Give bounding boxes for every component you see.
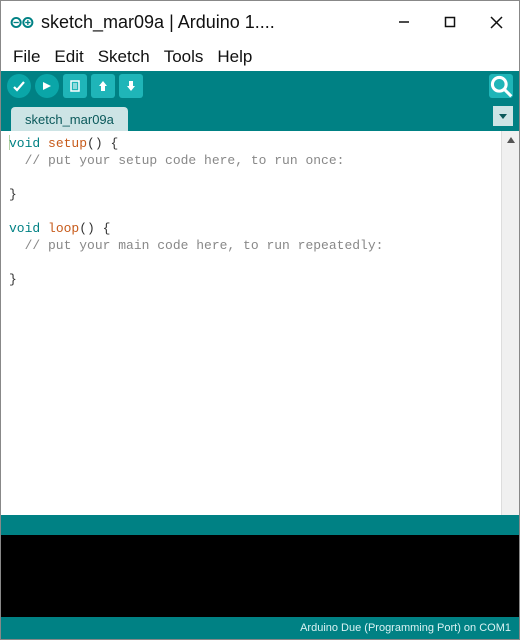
board-info: Arduino Due (Programming Port) on COM1 bbox=[300, 622, 511, 634]
titlebar: sketch_mar09a | Arduino 1.... bbox=[1, 1, 519, 43]
menu-sketch[interactable]: Sketch bbox=[92, 45, 156, 69]
footer-bar: Arduino Due (Programming Port) on COM1 bbox=[1, 617, 519, 639]
menu-help[interactable]: Help bbox=[211, 45, 258, 69]
maximize-icon bbox=[444, 16, 456, 28]
keyword: void bbox=[9, 221, 40, 236]
menu-edit[interactable]: Edit bbox=[48, 45, 89, 69]
menu-file[interactable]: File bbox=[7, 45, 46, 69]
menu-tools[interactable]: Tools bbox=[158, 45, 210, 69]
serial-monitor-button[interactable] bbox=[489, 74, 513, 98]
close-button[interactable] bbox=[473, 1, 519, 43]
verify-button[interactable] bbox=[7, 74, 31, 98]
maximize-button[interactable] bbox=[427, 1, 473, 43]
tabstrip: sketch_mar09a bbox=[1, 101, 519, 131]
chevron-down-icon bbox=[498, 111, 508, 121]
code-text: () { bbox=[87, 136, 118, 151]
new-button[interactable] bbox=[63, 74, 87, 98]
window-title: sketch_mar09a | Arduino 1.... bbox=[41, 12, 275, 33]
scroll-up-icon[interactable] bbox=[502, 131, 519, 149]
upload-button[interactable] bbox=[35, 74, 59, 98]
code-editor[interactable]: void setup() { // put your setup code he… bbox=[1, 131, 501, 515]
file-icon bbox=[68, 79, 82, 93]
save-button[interactable] bbox=[119, 74, 143, 98]
code-text: () { bbox=[79, 221, 110, 236]
menubar: File Edit Sketch Tools Help bbox=[1, 43, 519, 71]
code-text: } bbox=[9, 272, 17, 287]
keyword: void bbox=[9, 136, 40, 151]
toolbar bbox=[1, 71, 519, 101]
open-button[interactable] bbox=[91, 74, 115, 98]
check-icon bbox=[12, 79, 26, 93]
comment: // put your setup code here, to run once… bbox=[9, 153, 344, 168]
minimize-icon bbox=[398, 16, 410, 28]
arduino-logo-icon bbox=[9, 9, 35, 35]
editor-area: void setup() { // put your setup code he… bbox=[1, 131, 519, 515]
arrow-right-icon bbox=[40, 79, 54, 93]
console[interactable] bbox=[1, 535, 519, 617]
comment: // put your main code here, to run repea… bbox=[9, 238, 383, 253]
magnifier-icon bbox=[489, 74, 513, 98]
scrollbar[interactable] bbox=[501, 131, 519, 515]
tab-menu-button[interactable] bbox=[493, 106, 513, 126]
text-cursor bbox=[9, 135, 10, 150]
arrow-up-icon bbox=[96, 79, 110, 93]
code-text: } bbox=[9, 187, 17, 202]
close-icon bbox=[490, 16, 503, 29]
function-name: loop bbox=[48, 221, 79, 236]
function-name: setup bbox=[48, 136, 87, 151]
app-window: sketch_mar09a | Arduino 1.... File Edit … bbox=[0, 0, 520, 640]
minimize-button[interactable] bbox=[381, 1, 427, 43]
arrow-down-icon bbox=[124, 79, 138, 93]
tab-sketch[interactable]: sketch_mar09a bbox=[11, 107, 128, 131]
status-bar bbox=[1, 515, 519, 535]
